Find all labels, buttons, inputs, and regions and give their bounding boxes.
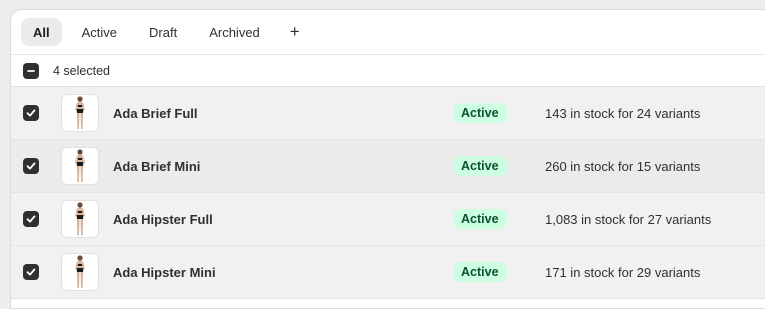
tab-active[interactable]: Active [70,18,129,46]
product-thumbnail[interactable] [61,200,99,238]
product-name[interactable]: Ada Hipster Mini [113,265,216,280]
table-row[interactable]: Ada Hipster Full Active 1,083 in stock f… [11,193,765,246]
status-badge: Active [453,209,507,229]
add-view-button[interactable]: + [280,18,310,46]
product-thumbnail[interactable] [61,253,99,291]
inventory-text: 171 in stock for 29 variants [545,264,701,280]
inventory-text: 260 in stock for 15 variants [545,158,701,174]
checkmark-icon [25,266,37,278]
product-name[interactable]: Ada Brief Full [113,106,198,121]
products-index-card: All Active Draft Archived + 4 selected A… [10,9,765,309]
product-thumbnail[interactable] [61,94,99,132]
status-badge: Active [453,156,507,176]
tab-all[interactable]: All [21,18,62,46]
status-badge: Active [453,262,507,282]
status-badge: Active [453,103,507,123]
checkmark-icon [25,160,37,172]
select-all-checkbox[interactable] [23,62,39,79]
inventory-text: 1,083 in stock for 27 variants [545,211,712,227]
selected-count: 4 selected [53,63,110,78]
tab-draft[interactable]: Draft [137,18,189,46]
row-checkbox[interactable] [23,105,39,121]
row-checkbox[interactable] [23,158,39,174]
inventory-text: 143 in stock for 24 variants [545,105,701,121]
product-name[interactable]: Ada Hipster Full [113,212,213,227]
product-image [70,95,90,131]
product-thumbnail[interactable] [61,147,99,185]
product-image [70,254,90,290]
row-checkbox[interactable] [23,264,39,280]
minus-icon [27,69,35,72]
checkmark-icon [25,213,37,225]
row-checkbox[interactable] [23,211,39,227]
bulk-actions-bar: 4 selected [11,55,765,87]
product-image [70,148,90,184]
filter-tabs: All Active Draft Archived + [11,10,765,55]
table-row[interactable]: Ada Brief Mini Active 260 in stock for 1… [11,140,765,193]
table-row[interactable]: Ada Brief Full Active 143 in stock for 2… [11,87,765,140]
product-image [70,201,90,237]
table-row[interactable]: Ada Hipster Mini Active 171 in stock for… [11,246,765,299]
tab-archived[interactable]: Archived [197,18,272,46]
checkmark-icon [25,107,37,119]
product-name[interactable]: Ada Brief Mini [113,159,200,174]
